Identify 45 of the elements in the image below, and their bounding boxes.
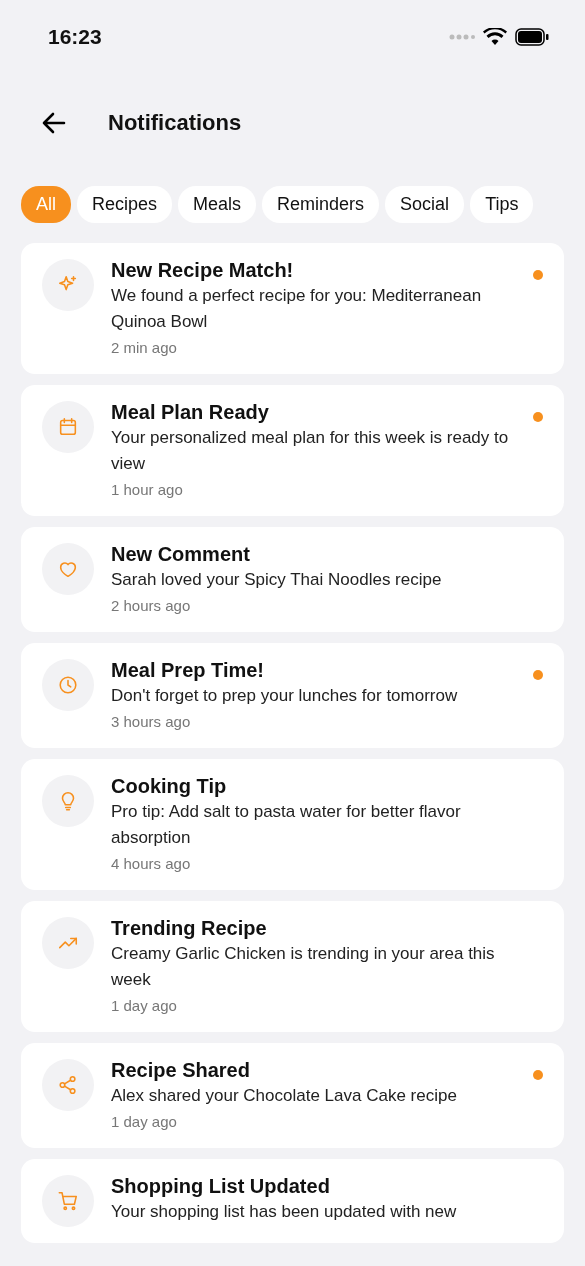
notification-title: New Comment <box>111 542 250 567</box>
clock-icon <box>57 674 79 696</box>
notification-card[interactable]: Recipe Shared Alex shared your Chocolate Lava Cake recipe 1 day ago <box>21 1043 564 1148</box>
notification-time: 4 hours ago <box>111 854 191 874</box>
status-time: 16:23 <box>48 25 102 49</box>
notification-title: Meal Prep Time! <box>111 658 265 683</box>
notification-title: New Recipe Match! <box>111 258 294 283</box>
notification-message: Pro tip: Add salt to pasta water for better flavor absorption <box>111 801 462 849</box>
notification-card[interactable]: Shopping List Updated Your shopping list has been updated with new <box>21 1159 564 1243</box>
notification-message: Don't forget to prep your lunches for tomorrow <box>111 685 458 707</box>
wifi-icon <box>483 28 507 46</box>
share-icon <box>57 1074 79 1096</box>
signal-icon <box>449 34 475 40</box>
notification-time: 2 hours ago <box>111 596 191 616</box>
cart-icon <box>57 1190 79 1212</box>
notification-message: Your personalized meal plan for this week is ready to view <box>111 427 510 475</box>
filter-chip[interactable]: Meals <box>178 186 257 223</box>
notification-message: We found a perfect recipe for you: Mediterranean Quinoa Bowl <box>111 285 483 333</box>
notification-card[interactable]: New Comment Sarah loved your Spicy Thai Noodles recipe 2 hours ago <box>21 527 564 632</box>
notification-message: Your shopping list has been updated with new <box>111 1201 457 1223</box>
notification-message: Creamy Garlic Chicken is trending in your area this week <box>111 943 496 991</box>
page-title: Notifications <box>108 110 242 136</box>
notification-time: 1 day ago <box>111 1112 177 1132</box>
battery-icon <box>515 28 549 46</box>
notification-time: 1 hour ago <box>111 480 183 500</box>
notification-time: 1 day ago <box>111 996 177 1016</box>
calendar-icon <box>57 416 79 438</box>
notification-title: Shopping List Updated <box>111 1174 330 1199</box>
notification-card[interactable]: New Recipe Match! We found a perfect recipe for you: Mediterranean Quinoa Bowl 2 min ago <box>21 243 564 374</box>
notification-card[interactable]: Trending Recipe Creamy Garlic Chicken is trending in your area this week 1 day ago <box>21 901 564 1032</box>
notification-title: Meal Plan Ready <box>111 400 269 425</box>
notification-time: 2 min ago <box>111 338 177 358</box>
filter-chip[interactable]: Social <box>385 186 465 223</box>
notification-card[interactable]: Meal Prep Time! Don't forget to prep your lunches for tomorrow 3 hours ago <box>21 643 564 748</box>
notification-title: Trending Recipe <box>111 916 267 941</box>
notification-message: Alex shared your Chocolate Lava Cake recipe <box>111 1085 457 1107</box>
notification-time: 3 hours ago <box>111 712 191 732</box>
filter-chip[interactable]: Recipes <box>77 186 173 223</box>
notification-card[interactable]: Meal Plan Ready Your personalized meal plan for this week is ready to view 1 hour ago <box>21 385 564 516</box>
filter-chip[interactable]: Tips <box>470 186 534 223</box>
notification-card[interactable]: Cooking Tip Pro tip: Add salt to pasta water for better flavor absorption 4 hours ago <box>21 759 564 890</box>
notification-message: Sarah loved your Spicy Thai Noodles recipe <box>111 569 442 591</box>
filter-chip[interactable]: Reminders <box>262 186 380 223</box>
notification-title: Recipe Shared <box>111 1058 250 1083</box>
notification-title: Cooking Tip <box>111 774 227 799</box>
